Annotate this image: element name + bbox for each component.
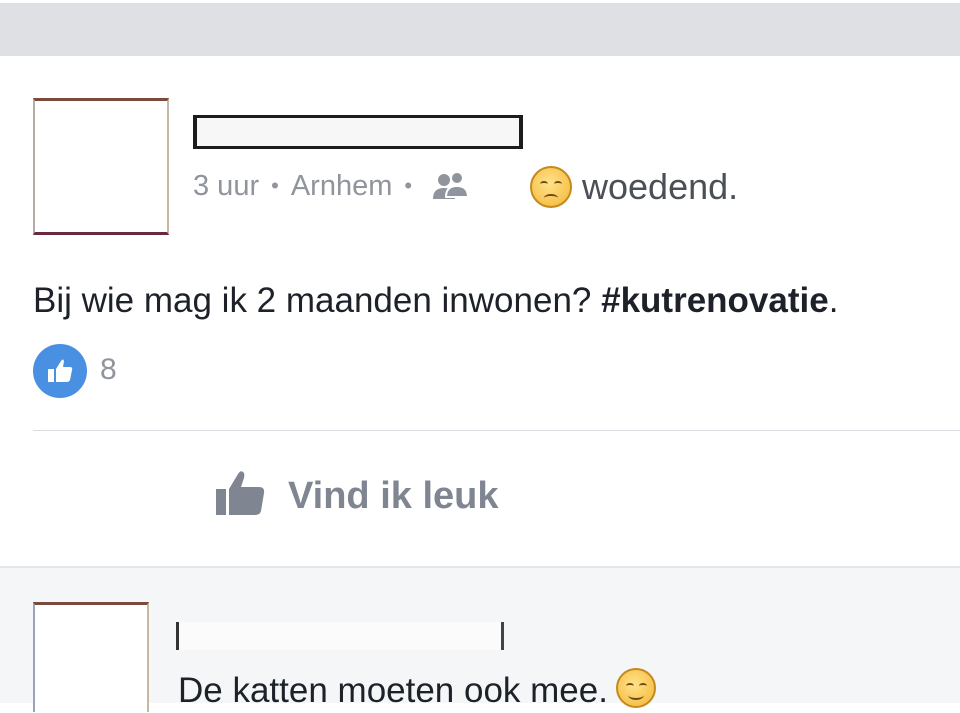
commenter-avatar[interactable] [33,602,149,712]
post-card: woedend. 3 uur • Arnhem • Bij wie mag ik… [0,56,960,566]
post-meta: 3 uur • Arnhem • [193,168,472,204]
post-time[interactable]: 3 uur [193,170,259,203]
friends-icon[interactable] [430,169,472,203]
commenter-name-redacted[interactable] [176,622,504,650]
angry-face-icon [530,166,572,208]
post-text-end: . [828,281,839,320]
top-bar [0,0,960,56]
like-reaction-icon[interactable] [33,344,87,398]
separator-dot: • [271,173,279,198]
comments-section: De katten moeten ook mee. [0,566,960,712]
smiling-face-icon [615,668,656,708]
author-avatar[interactable] [33,98,169,235]
comment-text: De katten moeten ook mee. [178,668,656,713]
post-text-plain: Bij wie mag ik 2 maanden inwonen? [33,281,602,320]
divider [33,430,960,431]
like-button[interactable]: Vind ik leuk [214,466,498,526]
like-button-label: Vind ik leuk [288,474,499,517]
feeling-label: woedend. [582,166,739,207]
comment-body: De katten moeten ook mee. [178,671,608,710]
post-text: Bij wie mag ik 2 maanden inwonen? #kutre… [33,279,838,323]
separator-dot: • [404,173,413,198]
post-location[interactable]: Arnhem [291,170,393,203]
author-name-redacted[interactable] [193,115,523,149]
thumbs-up-icon [214,467,268,526]
hashtag-link[interactable]: #kutrenovatie [601,281,829,320]
like-count[interactable]: 8 [100,352,117,388]
